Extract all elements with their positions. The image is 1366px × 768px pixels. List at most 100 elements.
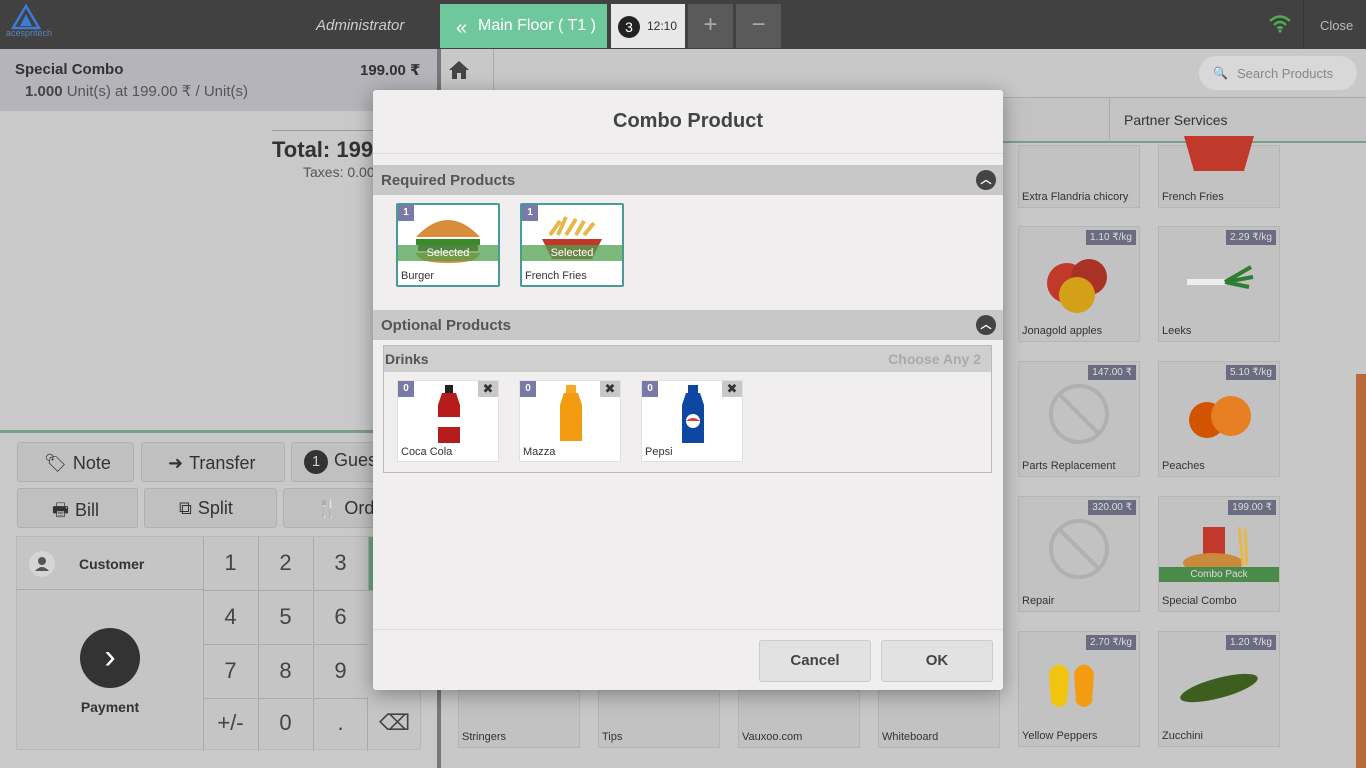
group-name: Drinks (385, 351, 429, 367)
product-card[interactable]: Extra Flandria chicory (1018, 145, 1140, 208)
key-8[interactable]: 8 (258, 645, 312, 699)
note-button[interactable]: 🏷 Note (17, 442, 134, 482)
product-card[interactable]: 1.20 ₹/kg Zucchini (1158, 631, 1280, 747)
group-hint: Choose Any 2 (888, 351, 981, 367)
product-name: Parts Replacement (1022, 460, 1116, 472)
split-button[interactable]: ⧉ Split (144, 488, 277, 528)
optional-products-header[interactable]: Optional Products ︿ (373, 310, 1003, 340)
selected-badge: Selected (522, 245, 622, 261)
transfer-button[interactable]: ➜ Transfer (141, 442, 285, 482)
search-input[interactable]: 🔍 Search Products (1199, 56, 1357, 90)
product-card[interactable]: Tips (598, 690, 720, 748)
product-card[interactable]: 199.00 ₹ Combo Pack Special Combo (1158, 496, 1280, 612)
key-3[interactable]: 3 (313, 537, 367, 591)
copy-icon: ⧉ (179, 498, 192, 518)
bill-label: Bill (75, 500, 100, 520)
panel-separator (0, 430, 437, 433)
section-title: Optional Products (381, 317, 512, 334)
item-quantity: 0 (642, 381, 658, 397)
split-label: Split (197, 498, 233, 518)
key-2[interactable]: 2 (258, 537, 312, 591)
double-chevron-left-icon: « (456, 17, 468, 39)
pepsi-image (672, 383, 714, 445)
top-bar: acespritech Administrator « Main Floor (… (0, 0, 1366, 49)
close-button[interactable]: Close (1320, 18, 1353, 33)
company-logo: acespritech (6, 3, 66, 44)
optional-item-mazza[interactable]: 0 ✖ Mazza (519, 380, 621, 462)
orderline-name: Special Combo (15, 61, 124, 78)
payment-button[interactable]: › Payment (17, 591, 203, 751)
key-1[interactable]: 1 (203, 537, 257, 591)
order-tab[interactable]: 3 12:10 (611, 4, 685, 48)
section-title: Required Products (381, 172, 516, 189)
orderline[interactable]: Special Combo 199.00 ₹ 1.000 Unit(s) at … (0, 49, 437, 111)
optional-item-coca-cola[interactable]: 0 ✖ Coca Cola (397, 380, 499, 462)
product-card[interactable]: 2.29 ₹/kg Leeks (1158, 226, 1280, 342)
chevron-up-icon[interactable]: ︿ (976, 170, 996, 190)
orderline-qty: 1.000 (25, 83, 63, 100)
backspace-icon[interactable]: ⌫ (367, 697, 421, 751)
product-price-tag: 147.00 ₹ (1088, 365, 1136, 380)
product-card[interactable]: 1.10 ₹/kg Jonagold apples (1018, 226, 1140, 342)
logo-icon (10, 3, 42, 30)
required-products-header[interactable]: Required Products ︿ (373, 165, 1003, 195)
product-card[interactable]: French Fries (1158, 136, 1280, 208)
cancel-button[interactable]: Cancel (759, 640, 871, 682)
product-card[interactable]: 147.00 ₹ Parts Replacement (1018, 361, 1140, 477)
product-card[interactable]: Stringers (458, 690, 580, 748)
item-name: Mazza (523, 446, 556, 458)
cutlery-icon: 🍴 (316, 498, 339, 518)
new-order-button[interactable]: + (688, 4, 733, 48)
key-4[interactable]: 4 (203, 591, 257, 645)
product-name: Special Combo (1162, 595, 1237, 607)
item-quantity: 0 (398, 381, 414, 397)
key-6[interactable]: 6 (313, 591, 367, 645)
chevron-right-icon: › (80, 628, 140, 688)
bill-button[interactable]: 🖶 Bill (17, 488, 138, 528)
delete-order-button[interactable]: − (736, 4, 781, 48)
required-item-burger[interactable]: 1 Selected Burger (396, 203, 500, 287)
required-item-french-fries[interactable]: 1 Selected French Fries (520, 203, 624, 287)
remove-icon[interactable]: ✖ (600, 381, 620, 397)
transfer-label: Transfer (189, 453, 256, 473)
product-name: Peaches (1162, 460, 1205, 472)
product-price-tag: 1.20 ₹/kg (1226, 635, 1276, 650)
remove-icon[interactable]: ✖ (722, 381, 742, 397)
combo-product-dialog: Combo Product Required Products ︿ 1 Sele… (373, 90, 1003, 690)
product-price-tag: 1.10 ₹/kg (1086, 230, 1136, 245)
selected-badge: Selected (398, 245, 498, 261)
scrollbar[interactable] (1356, 374, 1366, 768)
key-9[interactable]: 9 (313, 645, 367, 699)
dialog-title: Combo Product (613, 110, 763, 132)
key-decimal[interactable]: . (313, 697, 367, 751)
customer-button[interactable]: Customer (17, 537, 203, 590)
key-plus-minus[interactable]: +/- (203, 697, 257, 751)
key-5[interactable]: 5 (258, 591, 312, 645)
product-name: Vauxoo.com (742, 731, 803, 743)
product-card[interactable]: 5.10 ₹/kg Peaches (1158, 361, 1280, 477)
key-0[interactable]: 0 (258, 697, 312, 751)
remove-icon[interactable]: ✖ (478, 381, 498, 397)
chevron-up-icon[interactable]: ︿ (976, 315, 996, 335)
product-name: Whiteboard (882, 731, 939, 743)
optional-item-pepsi[interactable]: 0 ✖ Pepsi (641, 380, 743, 462)
keypad: Customer › Payment 1 2 3 4 5 6 7 8 9 +/-… (16, 536, 421, 751)
floor-button[interactable]: « Main Floor ( T1 ) (440, 4, 607, 48)
product-name: Repair (1022, 595, 1055, 607)
logo-text: acespritech (6, 28, 53, 38)
combo-pack-badge: Combo Pack (1159, 567, 1279, 582)
product-card[interactable]: Vauxoo.com (738, 690, 860, 748)
product-card[interactable]: 2.70 ₹/kg Yellow Peppers (1018, 631, 1140, 747)
product-price-tag: 199.00 ₹ (1228, 500, 1276, 515)
home-icon[interactable] (447, 59, 484, 89)
product-name: Leeks (1162, 325, 1192, 337)
key-7[interactable]: 7 (203, 645, 257, 699)
cashier-name[interactable]: Administrator (316, 17, 404, 34)
item-name: French Fries (525, 270, 587, 282)
product-card[interactable]: 320.00 ₹ Repair (1018, 496, 1140, 612)
orderline-unit-text: Unit(s) at 199.00 ₹ / Unit(s) (62, 83, 248, 100)
mazza-image (550, 383, 592, 445)
product-card[interactable]: Whiteboard (878, 690, 1000, 748)
ok-button[interactable]: OK (881, 640, 993, 682)
note-label: Note (72, 453, 111, 473)
